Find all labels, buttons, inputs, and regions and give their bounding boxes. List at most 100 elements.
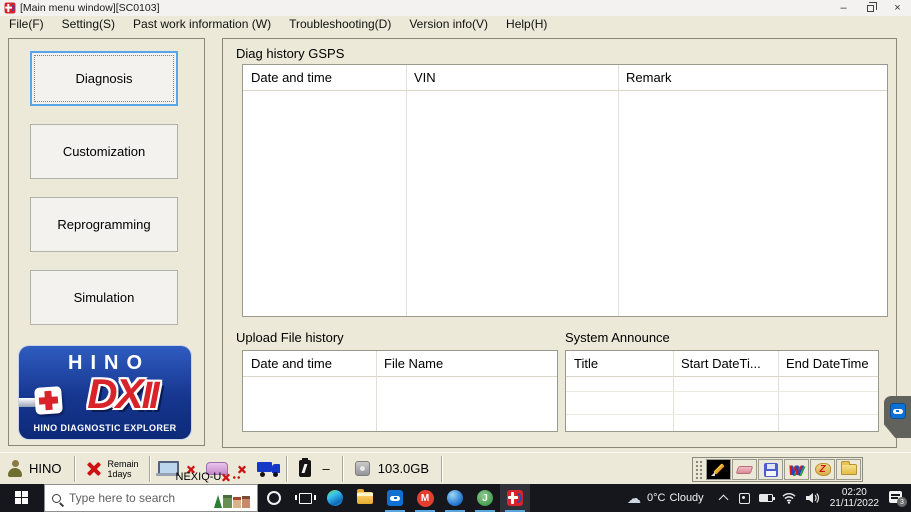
close-button[interactable]: ×	[884, 0, 911, 16]
column-header-vin[interactable]: VIN	[406, 65, 618, 90]
eraser-tool-button[interactable]	[732, 459, 757, 480]
search-placeholder: Type here to search	[69, 491, 176, 505]
palette-tool-button[interactable]: Z	[810, 459, 835, 480]
screen: [Main menu window][SC0103] – × File(F) S…	[0, 0, 911, 512]
file-explorer-icon	[357, 489, 373, 504]
toolbar-grip-handle[interactable]	[694, 459, 704, 480]
taskbar-item-file-explorer[interactable]	[350, 484, 380, 512]
column-header-title[interactable]: Title	[566, 351, 673, 376]
tray-app-button[interactable]	[738, 492, 750, 504]
battery-icon	[758, 494, 775, 502]
clock-date: 21/11/2022	[829, 498, 879, 509]
upload-file-history-table[interactable]: Date and time File Name	[242, 350, 558, 432]
taskbar-item-hino-dx[interactable]	[500, 484, 530, 512]
sidebar-panel: Diagnosis Customization Reprogramming Si…	[8, 38, 205, 446]
column-header-remark[interactable]: Remark	[618, 65, 887, 90]
license-error-icon	[85, 460, 103, 478]
menu-item-setting[interactable]: Setting(S)	[53, 17, 124, 31]
weather-condition: Cloudy	[669, 492, 704, 504]
app-statusbar: HINO Remain 1days NEXIQ-U – 103.0GB W Z	[0, 452, 911, 484]
minimize-button[interactable]: –	[830, 0, 857, 16]
interface-name-text: NEXIQ-U	[175, 471, 222, 483]
globe-icon	[447, 490, 463, 506]
battery-label: –	[322, 461, 330, 476]
taskbar-item-gmail[interactable]: M	[410, 484, 440, 512]
logo-cross-icon	[34, 386, 63, 415]
column-divider	[376, 351, 377, 431]
folder-icon	[840, 461, 857, 475]
vehicle-icon	[256, 461, 282, 477]
system-announce-table[interactable]: Title Start DateTi... End DateTime	[565, 350, 879, 432]
column-header-file-name[interactable]: File Name	[376, 351, 557, 376]
remain-label: Remain 1days	[108, 459, 139, 479]
taskbar-clock[interactable]: 02:20 21/11/2022	[830, 487, 879, 509]
column-header-end-datetime[interactable]: End DateTime	[778, 351, 878, 376]
column-header-start-datetime[interactable]: Start DateTi...	[673, 351, 778, 376]
reprogramming-button[interactable]: Reprogramming	[30, 197, 178, 252]
system-tray: ☁ 0°C Cloudy 02:20 21/11/2022 3	[627, 484, 911, 512]
diag-history-header: Date and time VIN Remark	[243, 65, 887, 91]
taskbar-item-teamviewer[interactable]	[380, 484, 410, 512]
column-divider	[406, 65, 407, 316]
notification-center-button[interactable]: 3	[889, 491, 907, 507]
cortana-button[interactable]	[267, 491, 281, 505]
gmail-icon: M	[416, 489, 434, 507]
taskbar-search-input[interactable]: Type here to search	[44, 484, 258, 512]
customization-button[interactable]: Customization	[30, 124, 178, 179]
disk-space-label: 103.0GB	[377, 461, 430, 476]
column-header-date-and-time[interactable]: Date and time	[243, 351, 376, 376]
teamviewer-icon	[387, 490, 403, 506]
disk-icon	[354, 461, 370, 476]
task-view-button[interactable]	[290, 484, 320, 512]
tray-expand-chevron-icon[interactable]	[718, 494, 729, 505]
menubar: File(F) Setting(S) Past work information…	[0, 16, 911, 32]
interface-error-icon	[221, 472, 231, 482]
tray-volume-button[interactable]	[805, 492, 819, 504]
restore-icon	[867, 1, 877, 12]
menu-item-troubleshooting[interactable]: Troubleshooting(D)	[280, 17, 400, 31]
diagnosis-button[interactable]: Diagnosis	[30, 51, 178, 106]
save-tool-button[interactable]	[758, 459, 783, 480]
taskbar-item-edge[interactable]	[320, 484, 350, 512]
notification-count-badge: 3	[897, 497, 907, 507]
green-app-icon: J	[477, 490, 493, 506]
main-panel: Diag history GSPS Date and time VIN Rema…	[222, 38, 897, 448]
start-button[interactable]	[0, 484, 44, 512]
status-battery: –	[287, 453, 342, 484]
restore-button[interactable]	[857, 0, 884, 16]
floppy-disk-icon	[763, 462, 778, 477]
weather-cloud-icon: ☁	[626, 490, 641, 506]
diag-history-table[interactable]: Date and time VIN Remark	[242, 64, 888, 317]
edit-tool-button[interactable]	[706, 459, 731, 480]
tray-wifi-button[interactable]	[782, 492, 796, 504]
diag-history-title: Diag history GSPS	[236, 46, 345, 61]
window-controls: – ×	[830, 0, 911, 16]
row-divider	[566, 391, 878, 392]
taskbar-item-green-app[interactable]: J	[470, 484, 500, 512]
menu-item-file[interactable]: File(F)	[0, 17, 53, 31]
menu-item-help[interactable]: Help(H)	[497, 17, 556, 31]
pencil-icon	[711, 462, 726, 477]
weather-widget[interactable]: 0°C Cloudy	[647, 492, 704, 504]
window-title: [Main menu window][SC0103]	[20, 2, 160, 14]
menu-item-past-work-information[interactable]: Past work information (W)	[124, 17, 280, 31]
column-divider	[618, 65, 619, 316]
windows-taskbar: Type here to search M J ☁ 0°C Cloudy 02:…	[0, 484, 911, 512]
word-tool-button[interactable]: W	[784, 459, 809, 480]
tray-battery-button[interactable]	[758, 494, 775, 502]
windows-logo-icon	[15, 491, 29, 505]
menu-item-version-info[interactable]: Version info(V)	[400, 17, 497, 31]
folder-tool-button[interactable]	[836, 459, 861, 480]
column-header-date-and-time[interactable]: Date and time	[243, 65, 406, 90]
simulation-button[interactable]: Simulation	[30, 270, 178, 325]
weather-temperature: 0°C	[646, 492, 666, 504]
search-icon	[52, 493, 61, 503]
hino-dx-icon	[507, 490, 523, 506]
logo-product-text: DXII	[53, 370, 191, 418]
upload-file-history-title: Upload File history	[236, 330, 344, 345]
taskbar-item-browser[interactable]	[440, 484, 470, 512]
statusbar-toolbar: W Z	[692, 457, 863, 482]
palette-icon: Z	[814, 463, 831, 476]
logo-ii: II	[141, 375, 160, 417]
row-divider	[566, 414, 878, 415]
